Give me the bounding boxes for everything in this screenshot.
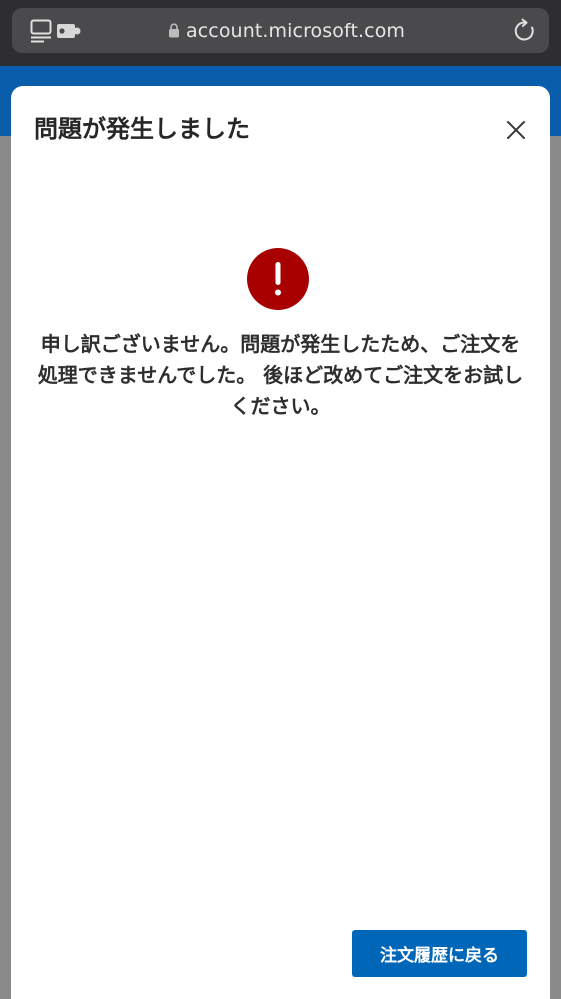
- dialog-title: 問題が発生しました: [34, 115, 250, 143]
- address-bar[interactable]: account.microsoft.com: [12, 8, 549, 53]
- lock-icon: [169, 23, 179, 38]
- browser-toolbar: account.microsoft.com: [0, 0, 561, 66]
- tab-overview-icon[interactable]: [30, 19, 52, 43]
- error-dialog: 問題が発生しました 申し訳ございません。問題が発生したため、ご注文を処理できませ…: [11, 86, 550, 999]
- reload-icon[interactable]: [512, 18, 538, 44]
- extension-icon[interactable]: [56, 22, 82, 40]
- url-text[interactable]: account.microsoft.com: [186, 18, 405, 44]
- close-icon[interactable]: [501, 115, 531, 145]
- error-icon: [247, 248, 309, 310]
- back-to-order-history-button[interactable]: 注文履歴に戻る: [352, 930, 527, 977]
- error-message: 申し訳ございません。問題が発生したため、ご注文を処理できませんでした。 後ほど改…: [37, 332, 524, 418]
